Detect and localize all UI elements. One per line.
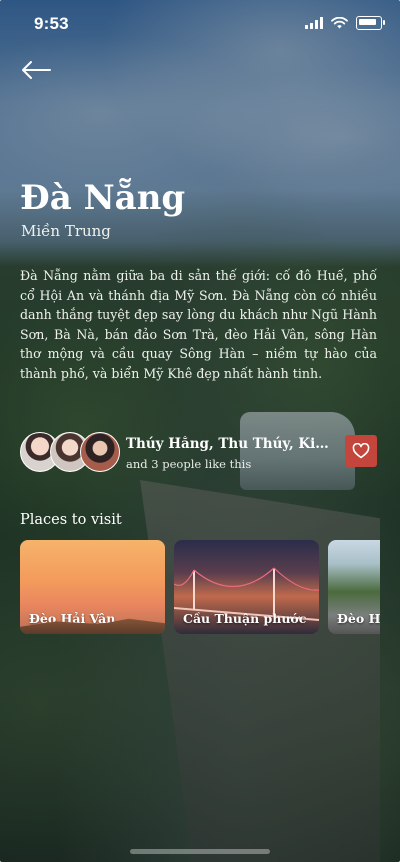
likes-row[interactable]: Thúy Hằng, Thu Thúy, Kiều N... and 3 peo… xyxy=(20,432,380,472)
status-time: 9:53 xyxy=(34,14,69,33)
likes-count: and 3 people like this xyxy=(126,457,252,471)
background-overlay xyxy=(0,0,400,862)
place-card[interactable]: Đèo Hả xyxy=(328,540,380,634)
places-section-title: Places to visit xyxy=(20,512,122,528)
screen: 9:53 Đà Nẵng Miền Trung Đà Nẵng nằm giữa… xyxy=(0,0,400,862)
city-title: Đà Nẵng xyxy=(20,178,186,218)
city-description: Đà Nẵng nằm giữa ba di sản thế giới: cố … xyxy=(20,268,377,381)
avatar xyxy=(80,432,120,472)
wifi-icon xyxy=(331,17,348,29)
signal-icon xyxy=(305,17,323,29)
status-icons xyxy=(305,16,385,30)
arrow-left-icon xyxy=(22,61,51,79)
likes-names: Thúy Hằng, Thu Thúy, Kiều N... xyxy=(126,436,332,452)
region-subtitle: Miền Trung xyxy=(21,222,111,240)
back-button[interactable] xyxy=(20,57,52,83)
places-carousel[interactable]: Đèo Hải Vân Cầu Thuận phước Đèo Hả xyxy=(20,540,380,635)
status-bar: 9:53 xyxy=(0,0,400,50)
place-card-label: Đèo Hải Vân xyxy=(29,611,116,626)
like-button[interactable] xyxy=(345,435,377,467)
place-card[interactable]: Đèo Hải Vân xyxy=(20,540,165,634)
place-card-label: Cầu Thuận phước xyxy=(183,611,307,626)
place-card[interactable]: Cầu Thuận phước xyxy=(174,540,319,634)
heart-icon xyxy=(352,443,370,459)
home-indicator[interactable] xyxy=(130,849,270,854)
battery-icon xyxy=(356,16,385,30)
place-card-label: Đèo Hả xyxy=(337,611,380,626)
